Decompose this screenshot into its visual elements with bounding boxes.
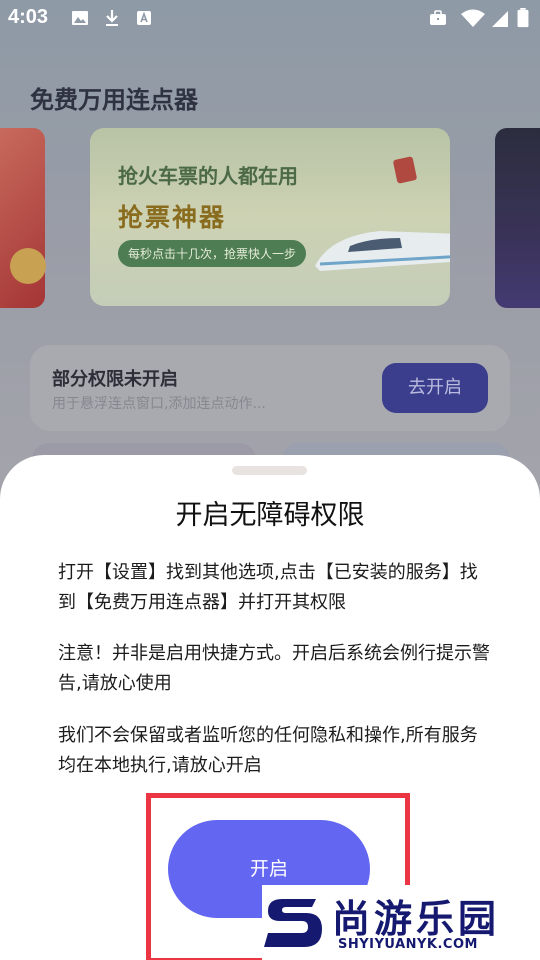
- sheet-title: 开启无障碍权限: [175, 500, 365, 531]
- banner-main[interactable]: 抢火车票的人都在用 抢票神器 每秒点击十几次，抢票快人一步: [90, 128, 450, 306]
- red-envelope-icon: [392, 156, 418, 184]
- wifi-icon: [461, 9, 485, 27]
- coin-icon: [10, 248, 46, 284]
- status-time: 4:03: [8, 6, 49, 28]
- train-icon: [315, 231, 450, 271]
- battery-icon: [517, 8, 529, 28]
- banner-headline: 抢火车票的人都在用: [118, 164, 298, 188]
- watermark-logo-icon: [264, 899, 322, 947]
- permission-card-title: 部分权限未开启: [52, 369, 178, 390]
- notice-paragraph: 注意！并非是启用快捷方式。开启后系统会例行提示警告,请放心使用: [58, 643, 490, 694]
- banner-left-partial[interactable]: [0, 128, 46, 308]
- signal-icon: [492, 11, 508, 27]
- sheet-drag-handle[interactable]: [232, 466, 307, 475]
- watermark: 尚游乐园 SHYIYUANYK.COM: [262, 885, 540, 960]
- banner-tagline: 每秒点击十几次，抢票快人一步: [118, 240, 307, 267]
- privacy-paragraph: 我们不会保留或者监听您的任何隐私和操作,所有服务均在本地执行,请放心开启: [58, 725, 478, 776]
- briefcase-icon: [430, 10, 446, 25]
- permission-card-subtitle: 用于悬浮连点窗口,添加连点动作...: [52, 396, 266, 412]
- permission-card: 部分权限未开启 用于悬浮连点窗口,添加连点动作... 去开启: [30, 345, 510, 431]
- instruction-paragraph: 打开【设置】找到其他选项,点击【已安装的服务】找到【免费万用连点器】并打开其权限: [58, 562, 478, 613]
- banner-title: 抢票神器: [118, 203, 227, 232]
- watermark-url: SHYIYUANYK.COM: [338, 937, 478, 952]
- font-icon: [137, 11, 151, 25]
- go-enable-button[interactable]: 去开启: [382, 363, 488, 413]
- app-title: 免费万用连点器: [30, 86, 198, 114]
- image-icon: [72, 11, 88, 25]
- banner-right-partial[interactable]: [495, 128, 540, 308]
- watermark-text: 尚游乐园: [332, 897, 501, 941]
- download-icon: [106, 10, 118, 26]
- status-bar: 4:03: [0, 0, 540, 36]
